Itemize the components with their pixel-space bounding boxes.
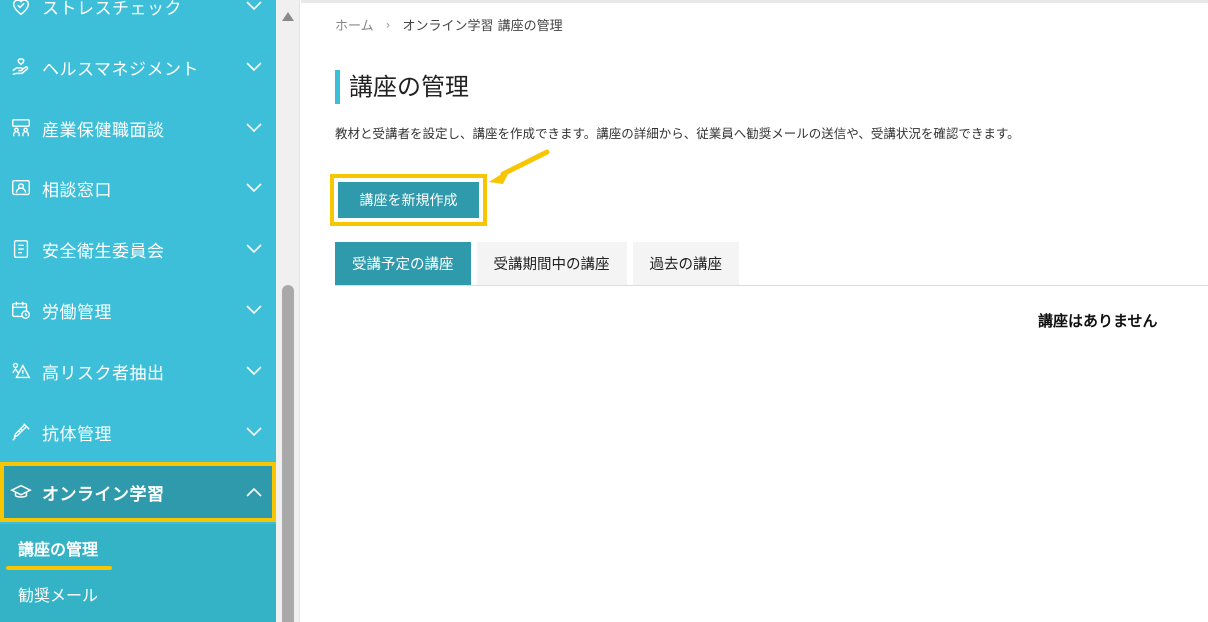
chevron-up-icon <box>244 482 264 502</box>
hand-heart-icon <box>8 54 34 80</box>
chevron-down-icon <box>244 239 264 259</box>
sidebar-item-label: ヘルスマネジメント <box>42 59 199 80</box>
submenu-item-recommendation-mail[interactable]: 勧奨メール <box>18 582 98 606</box>
sidebar-item-stress-check[interactable]: ストレスチェック <box>0 0 276 36</box>
sidebar: ストレスチェック ヘルスマネジメント 産業保健職面談 相談窓口 安全衛生委員会 <box>0 0 276 622</box>
sidebar-item-label: 高リスク者抽出 <box>42 363 165 384</box>
sidebar-scrollbar[interactable] <box>276 0 300 622</box>
breadcrumb-home[interactable]: ホーム <box>335 15 374 34</box>
sidebar-item-label: 安全衛生委員会 <box>42 241 165 262</box>
scrollbar-thumb[interactable] <box>282 285 294 622</box>
sidebar-item-labor-management[interactable]: 労働管理 <box>0 280 276 340</box>
empty-state-message: 講座はありません <box>1038 312 1158 330</box>
sidebar-item-consultation[interactable]: 相談窓口 <box>0 158 276 218</box>
sidebar-item-occupational-health-interview[interactable]: 産業保健職面談 <box>0 98 276 158</box>
page-description: 教材と受講者を設定し、講座を作成できます。講座の詳細から、従業員へ勧奨メールの送… <box>335 126 1020 141</box>
header-divider <box>301 0 1208 3</box>
syringe-icon <box>8 419 34 445</box>
sidebar-item-label: オンライン学習 <box>42 484 165 505</box>
annotation-arrow-icon <box>489 149 550 184</box>
sidebar-item-label: 相談窓口 <box>42 180 112 201</box>
chevron-down-icon <box>244 361 264 381</box>
sidebar-item-label: 産業保健職面談 <box>42 120 165 141</box>
create-button-highlight: 講座を新規作成 <box>330 174 487 226</box>
scroll-up-arrow-icon[interactable] <box>282 12 294 21</box>
tab-past-courses[interactable]: 過去の講座 <box>632 242 739 285</box>
sidebar-item-online-learning[interactable]: オンライン学習 <box>0 462 276 522</box>
sidebar-item-safety-committee[interactable]: 安全衛生委員会 <box>0 219 276 279</box>
main-content: ホーム › オンライン学習 講座の管理 講座の管理 教材と受講者を設定し、講座を… <box>301 0 1208 622</box>
sidebar-item-label: 抗体管理 <box>42 424 112 445</box>
chevron-down-icon <box>244 118 264 138</box>
chevron-down-icon <box>244 422 264 442</box>
sidebar-item-label: 労働管理 <box>42 302 112 323</box>
chevron-down-icon <box>244 57 264 77</box>
create-course-button[interactable]: 講座を新規作成 <box>338 182 479 218</box>
sidebar-item-health-management[interactable]: ヘルスマネジメント <box>0 37 276 97</box>
active-submenu-underline <box>6 566 112 570</box>
course-tabs: 受講予定の講座 受講期間中の講座 過去の講座 <box>335 242 739 285</box>
sidebar-submenu-online-learning: 講座の管理 勧奨メール <box>0 524 276 622</box>
heart-check-icon <box>8 0 34 19</box>
breadcrumb-separator: › <box>385 17 391 32</box>
graduation-cap-icon <box>8 479 34 505</box>
warning-person-icon <box>8 358 34 384</box>
tab-ongoing-courses[interactable]: 受講期間中の講座 <box>476 242 627 285</box>
calendar-clock-icon <box>8 297 34 323</box>
meeting-people-icon <box>8 115 34 141</box>
breadcrumb-current: オンライン学習 講座の管理 <box>402 19 563 34</box>
document-clipboard-icon <box>8 236 34 262</box>
sidebar-item-high-risk-extraction[interactable]: 高リスク者抽出 <box>0 341 276 401</box>
chevron-down-icon <box>244 300 264 320</box>
sidebar-item-label: ストレスチェック <box>42 0 182 19</box>
tab-upcoming-courses[interactable]: 受講予定の講座 <box>335 242 471 285</box>
breadcrumb: ホーム › オンライン学習 講座の管理 <box>335 15 563 35</box>
submenu-item-course-management[interactable]: 講座の管理 <box>18 536 98 560</box>
page-title: 講座の管理 <box>349 73 469 101</box>
sidebar-item-antibody-management[interactable]: 抗体管理 <box>0 402 276 462</box>
page-title-accent <box>335 70 340 104</box>
chevron-down-icon <box>244 178 264 198</box>
chevron-down-icon <box>244 0 264 16</box>
tabs-divider <box>335 285 1208 286</box>
consultation-icon <box>8 175 34 201</box>
